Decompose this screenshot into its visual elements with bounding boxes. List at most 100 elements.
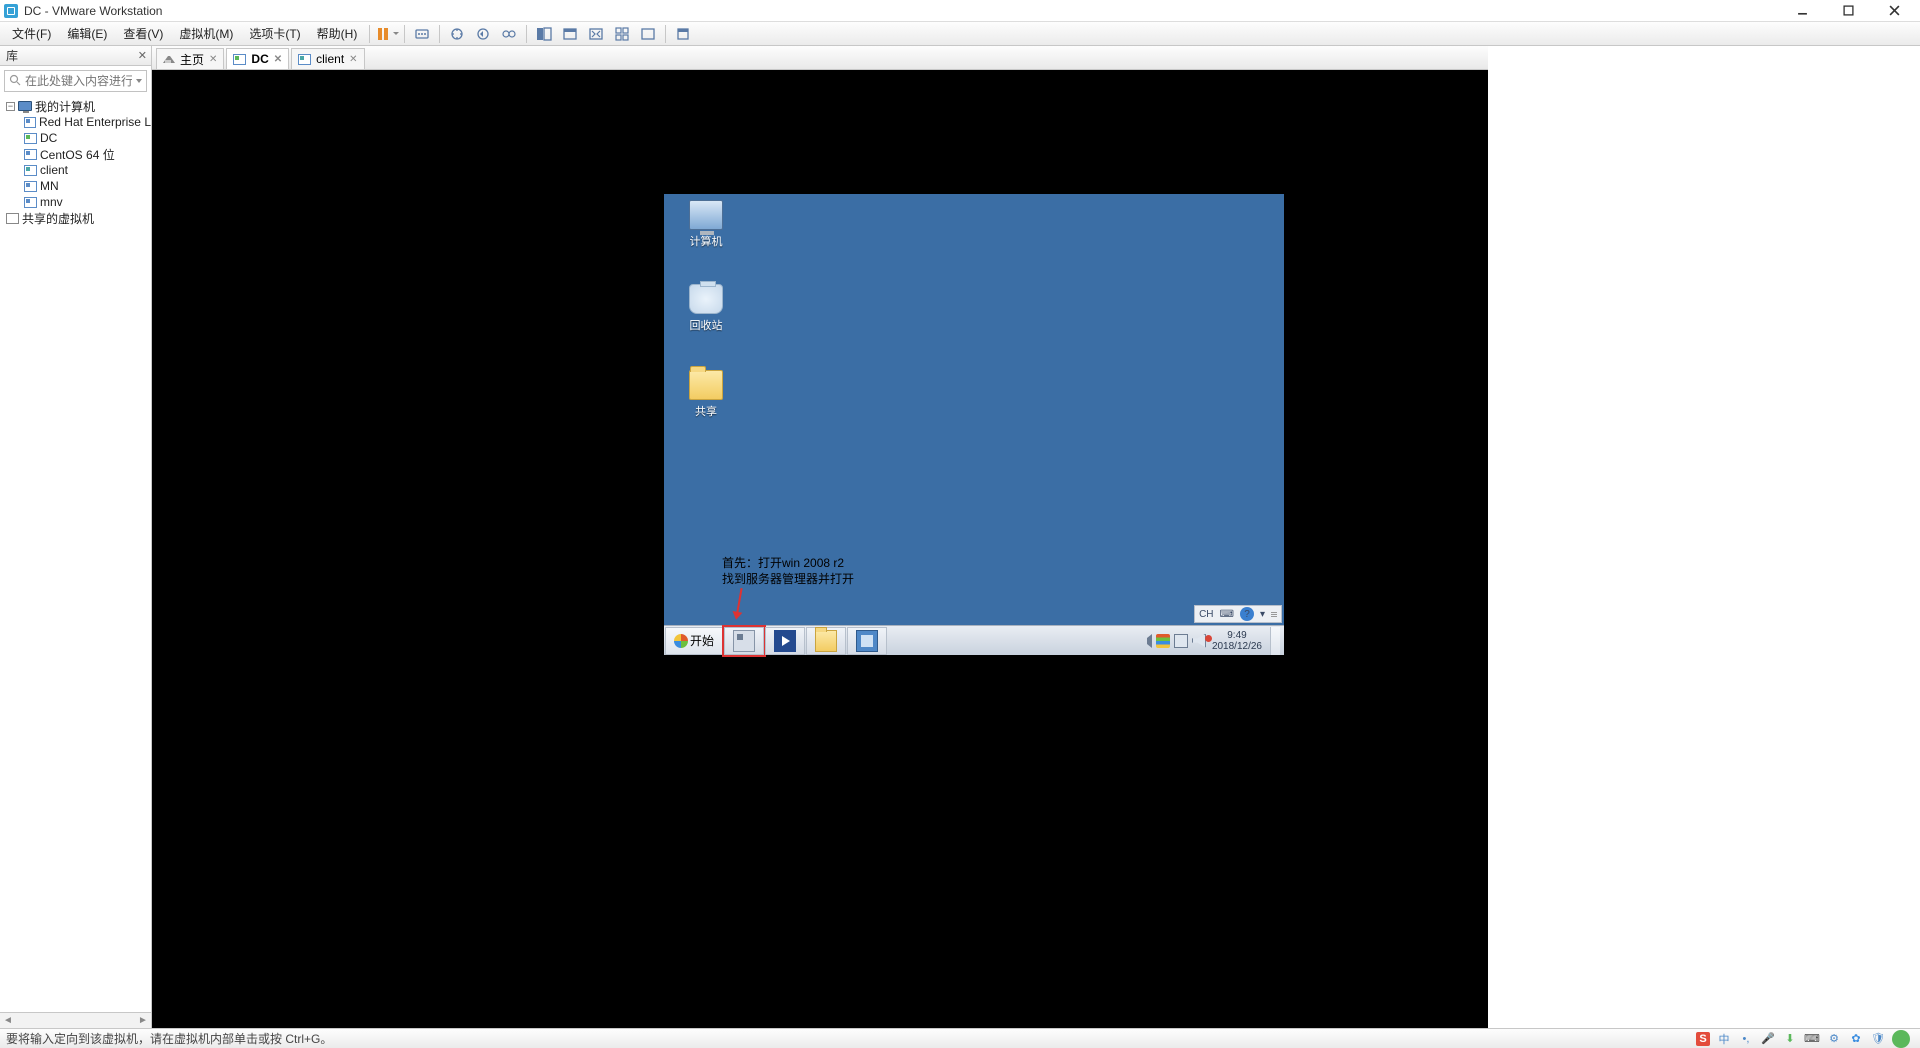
- sidebar-close-button[interactable]: ✕: [138, 49, 147, 62]
- tree-item-mn[interactable]: MN: [0, 178, 151, 194]
- host-status-bar: 要将输入定向到该虚拟机，请在虚拟机内部单击或按 Ctrl+G。 S 中 •, 🎤…: [0, 1028, 1920, 1048]
- status-circle-icon[interactable]: [1892, 1030, 1910, 1048]
- menu-file[interactable]: 文件(F): [4, 25, 59, 42]
- snapshot-manage-button[interactable]: [497, 23, 521, 45]
- new-window-button[interactable]: [671, 23, 695, 45]
- gear-icon[interactable]: ⚙: [1826, 1031, 1842, 1047]
- tree-item-centos[interactable]: CentOS 64 位: [0, 146, 151, 162]
- guest-control-panel-button[interactable]: [847, 627, 887, 655]
- tree-shared-vms[interactable]: 共享的虚拟机: [0, 210, 151, 226]
- fit-window-button[interactable]: [558, 23, 582, 45]
- vm-icon: [24, 149, 37, 160]
- library-search[interactable]: [4, 70, 147, 92]
- close-button[interactable]: [1880, 3, 1908, 19]
- main-panel: 主页 ✕ DC ✕ client ✕ 计算机: [152, 46, 1488, 1028]
- volume-icon[interactable]: [1192, 634, 1206, 648]
- right-gutter: [1488, 46, 1920, 1028]
- guest-recycle-icon[interactable]: 回收站: [678, 284, 734, 333]
- vm-icon: [24, 133, 37, 144]
- keyboard-icon[interactable]: ⌨: [1804, 1031, 1820, 1047]
- host-system-tray: S 中 •, 🎤 ⬇ ⌨ ⚙ ✿ 🛡: [1696, 1030, 1914, 1048]
- library-search-input[interactable]: [25, 74, 132, 88]
- pause-vm-button[interactable]: [375, 23, 399, 45]
- vm-tab-bar: 主页 ✕ DC ✕ client ✕: [152, 46, 1488, 70]
- tray-expand-icon[interactable]: [1138, 634, 1152, 648]
- scroll-right-icon[interactable]: ►: [135, 1015, 151, 1026]
- unity-button[interactable]: [610, 23, 634, 45]
- minimize-button[interactable]: [1788, 3, 1816, 19]
- tab-close-icon[interactable]: ✕: [349, 54, 357, 65]
- fit-guest-button[interactable]: [584, 23, 608, 45]
- vm-icon: [24, 181, 37, 192]
- keyboard-icon[interactable]: ⌨: [1220, 609, 1234, 620]
- window-title: DC - VMware Workstation: [24, 4, 162, 18]
- menu-view[interactable]: 查看(V): [115, 25, 171, 42]
- vm-icon: [24, 117, 36, 128]
- guest-language-bar[interactable]: CH ⌨ ? ▾: [1194, 605, 1282, 623]
- download-icon[interactable]: ⬇: [1782, 1031, 1798, 1047]
- guest-computer-icon[interactable]: 计算机: [678, 200, 734, 249]
- tree-item-mnv[interactable]: mnv: [0, 194, 151, 210]
- guest-desktop[interactable]: 计算机 回收站 共享 首先：打开win 2008 r2 找到服务器管理器并打开: [664, 194, 1284, 655]
- menu-tabs[interactable]: 选项卡(T): [241, 25, 308, 42]
- guest-powershell-button[interactable]: [765, 627, 805, 655]
- collapse-icon[interactable]: −: [6, 102, 15, 111]
- grip-icon[interactable]: [1271, 612, 1277, 617]
- help-icon[interactable]: ?: [1240, 607, 1254, 621]
- send-ctrl-alt-del-button[interactable]: [410, 23, 434, 45]
- tree-item-redhat[interactable]: Red Hat Enterprise L: [0, 114, 151, 130]
- sidebar-title: 库: [6, 47, 18, 64]
- window-titlebar: DC - VMware Workstation: [0, 0, 1920, 22]
- tree-item-dc[interactable]: DC: [0, 130, 151, 146]
- vm-icon: [298, 54, 311, 65]
- weather-icon[interactable]: ✿: [1848, 1031, 1864, 1047]
- server-manager-icon: [733, 630, 755, 652]
- vm-icon: [24, 197, 37, 208]
- guest-system-tray: 9:49 2018/12/26: [1138, 626, 1284, 655]
- tab-client[interactable]: client ✕: [291, 48, 364, 69]
- powershell-icon: [774, 630, 796, 652]
- network-icon[interactable]: [1174, 634, 1188, 648]
- guest-server-manager-button[interactable]: [724, 627, 764, 655]
- show-console-button[interactable]: [532, 23, 556, 45]
- sidebar-hscroll[interactable]: ◄ ►: [0, 1012, 151, 1028]
- microphone-icon[interactable]: 🎤: [1760, 1031, 1776, 1047]
- vm-icon: [233, 54, 246, 65]
- status-message: 要将输入定向到该虚拟机，请在虚拟机内部单击或按 Ctrl+G。: [6, 1030, 332, 1047]
- vm-console-viewport[interactable]: 计算机 回收站 共享 首先：打开win 2008 r2 找到服务器管理器并打开: [152, 70, 1488, 1028]
- chevron-down-icon[interactable]: ▾: [1260, 609, 1265, 620]
- snapshot-revert-button[interactable]: [471, 23, 495, 45]
- menu-help[interactable]: 帮助(H): [309, 25, 366, 42]
- menu-edit[interactable]: 编辑(E): [59, 25, 115, 42]
- action-center-icon[interactable]: [1156, 634, 1170, 648]
- sidebar-header: 库 ✕: [0, 46, 151, 66]
- tree-item-client[interactable]: client: [0, 162, 151, 178]
- maximize-button[interactable]: [1834, 3, 1862, 19]
- guest-clock[interactable]: 9:49 2018/12/26: [1212, 630, 1262, 652]
- tab-home[interactable]: 主页 ✕: [156, 48, 224, 69]
- guest-explorer-button[interactable]: [806, 627, 846, 655]
- tab-close-icon[interactable]: ✕: [274, 54, 282, 65]
- ime-mode-icon[interactable]: 中: [1716, 1031, 1732, 1047]
- snapshot-button[interactable]: [445, 23, 469, 45]
- control-panel-icon: [856, 630, 878, 652]
- app-icon: [4, 4, 18, 18]
- lang-code[interactable]: CH: [1199, 609, 1213, 620]
- scroll-left-icon[interactable]: ◄: [0, 1015, 16, 1026]
- menu-bar: 文件(F) 编辑(E) 查看(V) 虚拟机(M) 选项卡(T) 帮助(H): [0, 22, 1920, 46]
- menu-vm[interactable]: 虚拟机(M): [171, 25, 241, 42]
- guest-share-folder-icon[interactable]: 共享: [678, 370, 734, 419]
- folder-icon: [689, 370, 723, 400]
- library-icon: [6, 213, 19, 224]
- shield-icon[interactable]: 🛡: [1870, 1031, 1886, 1047]
- ime-punct-icon[interactable]: •,: [1738, 1031, 1754, 1047]
- tree-root-label: 我的计算机: [35, 98, 95, 115]
- tab-dc[interactable]: DC ✕: [226, 48, 289, 69]
- show-desktop-button[interactable]: [1270, 627, 1280, 655]
- tab-close-icon[interactable]: ✕: [209, 54, 217, 65]
- guest-start-button[interactable]: 开始: [665, 627, 723, 655]
- fullscreen-button[interactable]: [636, 23, 660, 45]
- sogou-ime-icon[interactable]: S: [1696, 1032, 1710, 1046]
- tree-root-my-computer[interactable]: − 我的计算机: [0, 98, 151, 114]
- search-dropdown-icon[interactable]: [136, 79, 142, 83]
